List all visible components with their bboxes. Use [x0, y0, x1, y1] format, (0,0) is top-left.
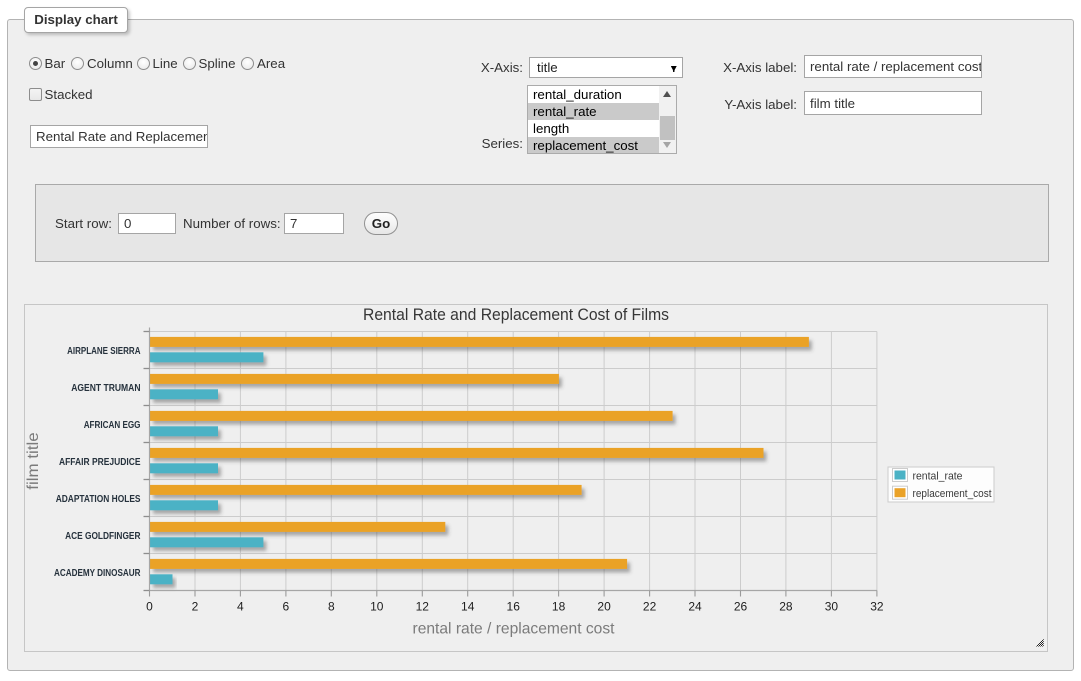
svg-text:24: 24 [688, 600, 702, 614]
svg-text:8: 8 [328, 600, 335, 614]
svg-text:ACE GOLDFINGER: ACE GOLDFINGER [65, 531, 141, 542]
svg-text:32: 32 [870, 600, 884, 614]
svg-text:6: 6 [283, 600, 290, 614]
svg-text:ADAPTATION HOLES: ADAPTATION HOLES [56, 494, 141, 505]
svg-text:16: 16 [507, 600, 521, 614]
svg-text:12: 12 [416, 600, 430, 614]
svg-text:10: 10 [370, 600, 384, 614]
svg-text:AIRPLANE SIERRA: AIRPLANE SIERRA [67, 346, 141, 357]
svg-text:18: 18 [552, 600, 566, 614]
svg-text:film title: film title [25, 432, 42, 490]
svg-text:ACADEMY DINOSAUR: ACADEMY DINOSAUR [54, 568, 141, 579]
svg-text:0: 0 [146, 600, 153, 614]
svg-text:Rental Rate and Replacement Co: Rental Rate and Replacement Cost of Film… [363, 305, 669, 324]
svg-text:replacement_cost: replacement_cost [913, 488, 992, 500]
svg-text:28: 28 [779, 600, 793, 614]
svg-text:22: 22 [643, 600, 657, 614]
svg-text:26: 26 [734, 600, 748, 614]
svg-text:4: 4 [237, 600, 244, 614]
svg-text:AFRICAN EGG: AFRICAN EGG [84, 420, 141, 431]
svg-text:30: 30 [825, 600, 839, 614]
svg-text:rental rate / replacement cost: rental rate / replacement cost [413, 621, 616, 638]
svg-text:14: 14 [461, 600, 475, 614]
svg-text:AGENT TRUMAN: AGENT TRUMAN [71, 383, 140, 394]
svg-text:20: 20 [597, 600, 611, 614]
svg-text:2: 2 [192, 600, 199, 614]
svg-text:AFFAIR PREJUDICE: AFFAIR PREJUDICE [59, 457, 141, 468]
svg-text:rental_rate: rental_rate [913, 471, 963, 483]
